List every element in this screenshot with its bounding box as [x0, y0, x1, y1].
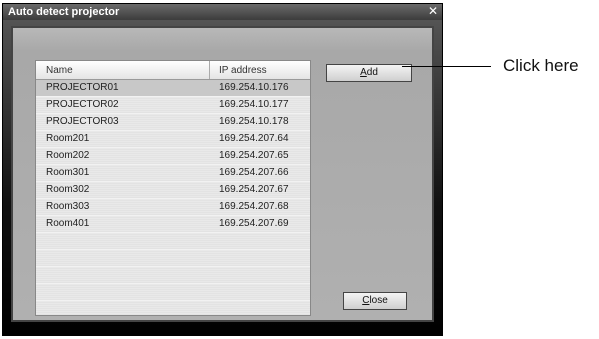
list-row[interactable]: PROJECTOR03 169.254.10.178	[36, 114, 310, 131]
row-ip-address: 169.254.10.178	[219, 116, 289, 127]
list-row[interactable]: PROJECTOR01 169.254.10.176	[36, 80, 310, 97]
list-row[interactable]: Room202 169.254.207.65	[36, 148, 310, 165]
list-row[interactable]: Room301 169.254.207.66	[36, 165, 310, 182]
row-ip-address: 169.254.207.64	[219, 133, 289, 144]
column-header-ip-address[interactable]: IP address	[219, 65, 267, 76]
add-button-accel: A	[360, 67, 367, 78]
row-name: Room301	[46, 167, 90, 178]
empty-list-row	[36, 301, 310, 315]
row-name: PROJECTOR02	[46, 99, 119, 110]
list-header: Name IP address	[36, 61, 310, 80]
column-separator[interactable]	[209, 61, 210, 79]
close-button-rest: lose	[369, 295, 388, 306]
window-title: Auto detect projector	[8, 6, 120, 18]
callout-label: Click here	[503, 56, 579, 75]
add-button-rest: dd	[366, 67, 378, 78]
row-name: Room303	[46, 201, 90, 212]
row-ip-address: 169.254.10.177	[219, 99, 289, 110]
dialog-panel: Name IP address PROJECTOR01 169.254.10.17…	[11, 26, 434, 322]
list-row[interactable]: Room401 169.254.207.69	[36, 216, 310, 233]
empty-list-row	[36, 267, 310, 284]
row-ip-address: 169.254.207.69	[219, 218, 289, 229]
row-ip-address: 169.254.10.176	[219, 82, 289, 93]
row-name: Room201	[46, 133, 90, 144]
list-row[interactable]: Room303 169.254.207.68	[36, 199, 310, 216]
row-ip-address: 169.254.207.68	[219, 201, 289, 212]
row-name: Room302	[46, 184, 90, 195]
row-name: PROJECTOR03	[46, 116, 119, 127]
list-row[interactable]: Room201 169.254.207.64	[36, 131, 310, 148]
projector-list[interactable]: Name IP address PROJECTOR01 169.254.10.17…	[35, 60, 311, 316]
column-header-name[interactable]: Name	[46, 65, 73, 76]
title-bar[interactable]: Auto detect projector ✕	[3, 4, 442, 20]
empty-list-row	[36, 233, 310, 250]
empty-list-row	[36, 284, 310, 301]
callout-pointer-line	[402, 66, 491, 67]
list-row[interactable]: PROJECTOR02 169.254.10.177	[36, 97, 310, 114]
add-button[interactable]: Add	[326, 64, 412, 82]
row-name: Room202	[46, 150, 90, 161]
row-name: PROJECTOR01	[46, 82, 119, 93]
row-ip-address: 169.254.207.67	[219, 184, 289, 195]
auto-detect-projector-dialog: Auto detect projector ✕ Name IP address …	[2, 3, 443, 336]
close-button[interactable]: Close	[343, 292, 407, 310]
close-icon[interactable]: ✕	[427, 5, 439, 17]
list-row[interactable]: Room302 169.254.207.67	[36, 182, 310, 199]
row-name: Room401	[46, 218, 90, 229]
row-ip-address: 169.254.207.65	[219, 150, 289, 161]
empty-list-row	[36, 250, 310, 267]
row-ip-address: 169.254.207.66	[219, 167, 289, 178]
